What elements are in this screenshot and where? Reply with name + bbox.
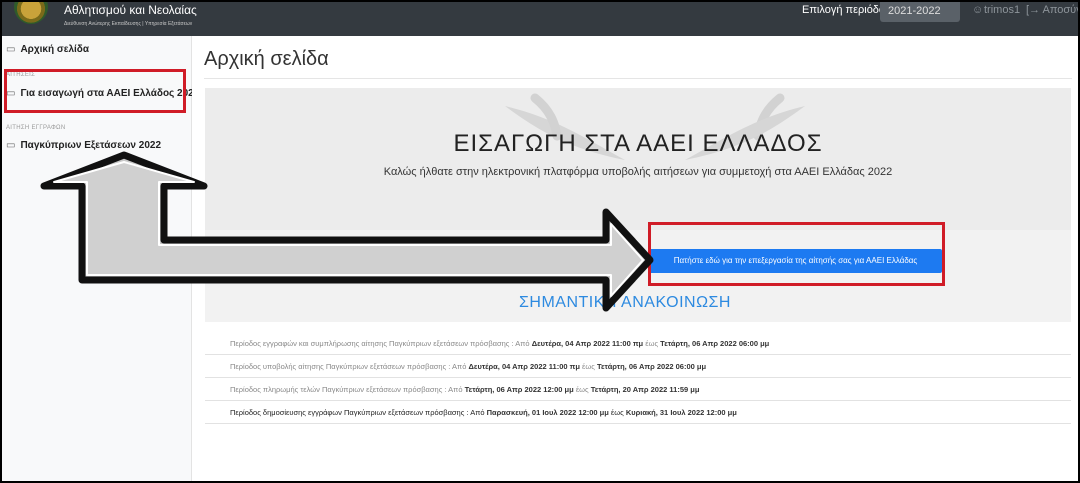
sidebar-item-exams[interactable]: ▭ Παγκύπριων Εξετάσεων 2022 bbox=[6, 140, 161, 151]
announcement-row: Περίοδος πληρωμής τελών Παγκύπριων εξετά… bbox=[205, 378, 1071, 401]
announcement-from: Τετάρτη, 06 Απρ 2022 12:00 μμ bbox=[464, 385, 574, 394]
announcement-from: Δευτέρα, 04 Απρ 2022 11:00 πμ bbox=[468, 362, 580, 371]
hero-subtitle: Καλώς ήλθατε στην ηλεκτρονική πλατφόρμα … bbox=[383, 166, 893, 178]
hero-banner: ΕΙΣΑΓΩΓΗ ΣΤΑ ΑΑΕΙ ΕΛΛΑΔΟΣ Καλώς ήλθατε σ… bbox=[205, 88, 1071, 230]
file-icon: ▭ bbox=[6, 44, 16, 55]
sidebar-item-label: Αρχική σελίδα bbox=[20, 44, 89, 55]
from-label: Από bbox=[515, 339, 530, 348]
announcement-text: Περίοδος εγγραφών και συμπλήρωσης αίτηση… bbox=[230, 339, 514, 348]
user-name-link[interactable]: trimos1 bbox=[984, 4, 1020, 16]
from-label: Από bbox=[448, 385, 463, 394]
from-label: Από bbox=[470, 408, 485, 417]
announcement-row: Περίοδος υποβολής αίτησης Παγκύπριων εξε… bbox=[205, 355, 1071, 378]
announcement-text: Περίοδος υποβολής αίτησης Παγκύπριων εξε… bbox=[230, 362, 451, 371]
announcement-to: Τετάρτη, 06 Απρ 2022 06:00 μμ bbox=[596, 362, 707, 371]
ministry-logo[interactable] bbox=[14, 2, 48, 24]
page-title: Αρχική σελίδα bbox=[204, 48, 329, 70]
to-label: έως bbox=[610, 408, 624, 417]
sidebar-item-home[interactable]: ▭ Αρχική σελίδα bbox=[6, 44, 89, 55]
announcement-row: Περίοδος εγγραφών και συμπλήρωσης αίτηση… bbox=[205, 332, 1071, 355]
sidebar-item-label: Παγκύπριων Εξετάσεων 2022 bbox=[20, 140, 162, 151]
sidebar: ▭ Αρχική σελίδα ΑΙΤΗΣΕΙΣ ▭ Για εισαγωγή στ… bbox=[2, 36, 199, 481]
main-content: Αρχική σελίδα ΕΙΣΑΓΩΓΗ ΣΤΑ ΑΑΕΙ ΕΛΛΑΔΟΣ … bbox=[192, 36, 1078, 481]
announcement-to: Τετάρτη, 20 Απρ 2022 11:59 μμ bbox=[590, 385, 700, 394]
to-label: έως bbox=[645, 339, 659, 348]
notice-title: ΣΗΜΑΝΤΙΚΗ ΑΝΑΚΟΙΝΩΣΗ bbox=[519, 294, 731, 311]
announcement-text: Περίοδος πληρωμής τελών Παγκύπριων εξετά… bbox=[230, 385, 447, 394]
announcement-text: Περίοδος δημοσίευσης εγγράφων Παγκύπριων… bbox=[230, 408, 469, 417]
announcement-from: Δευτέρα, 04 Απρ 2022 11:00 πμ bbox=[531, 339, 644, 348]
title-divider bbox=[204, 78, 1072, 79]
announcement-to: Τετάρτη, 06 Απρ 2022 06:00 μμ bbox=[660, 339, 770, 348]
brand-title[interactable]: Αθλητισμού και Νεολαίας bbox=[64, 3, 197, 17]
laurel-decoration bbox=[505, 93, 805, 160]
file-icon: ▭ bbox=[6, 140, 16, 151]
announcement-row: Περίοδος δημοσίευσης εγγράφων Παγκύπριων… bbox=[205, 401, 1071, 424]
sidebar-heading-registration: ΑΙΤΗΣΗ ΕΓΓΡΑΦΩΝ bbox=[6, 125, 66, 131]
highlight-box-button bbox=[648, 222, 945, 286]
from-label: Από bbox=[452, 362, 467, 371]
top-navbar: Αθλητισμού και Νεολαίας Διεύθυνση Ανώτερ… bbox=[2, 2, 1078, 36]
logout-link[interactable]: [→ Αποσύνδεση bbox=[1026, 4, 1078, 16]
to-label: έως bbox=[582, 362, 595, 371]
user-icon: ☺ bbox=[972, 4, 984, 16]
announcement-to: Κυριακή, 31 Ιουλ 2022 12:00 μμ bbox=[625, 408, 737, 417]
highlight-box-sidebar bbox=[4, 69, 186, 113]
period-select[interactable]: 2021-2022 bbox=[880, 2, 960, 22]
announcement-from: Παρασκευή, 01 Ιουλ 2022 12:00 μμ bbox=[486, 408, 609, 417]
brand-subtitle: Διεύθυνση Ανώτερης Εκπαίδευσης | Υπηρεσί… bbox=[64, 21, 193, 27]
screenshot-frame: Αθλητισμού και Νεολαίας Διεύθυνση Ανώτερ… bbox=[0, 0, 1080, 483]
to-label: έως bbox=[575, 385, 589, 394]
hero-title: ΕΙΣΑΓΩΓΗ ΣΤΑ ΑΑΕΙ ΕΛΛΑΔΟΣ bbox=[453, 130, 823, 157]
